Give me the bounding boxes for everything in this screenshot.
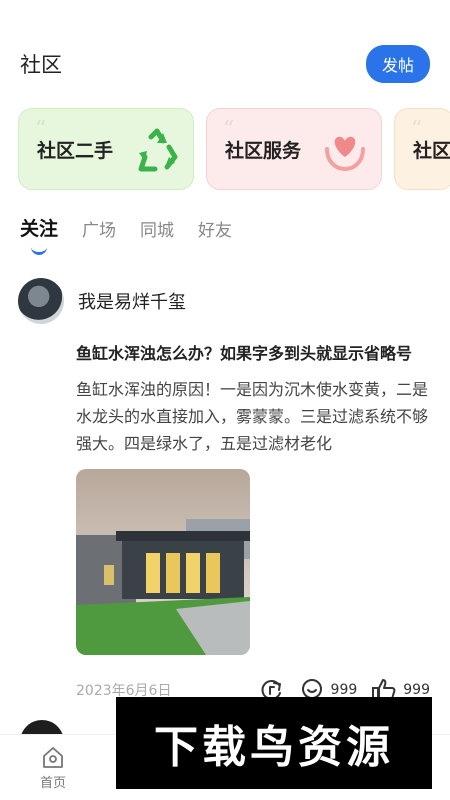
post-text: 鱼缸水浑浊的原因！一是因为沉木使水变黄，二是水龙头的水直接加入，雾蒙蒙。三是过滤… bbox=[76, 380, 429, 453]
category-cards: “ 社区二手 “ 社区服务 “ 社区 bbox=[18, 108, 450, 190]
page-title: 社区 bbox=[20, 53, 62, 77]
tab-friends[interactable]: 好友 bbox=[198, 216, 232, 241]
nav-label: 首页 bbox=[39, 776, 66, 791]
heart-hands-icon bbox=[325, 136, 365, 172]
card-label: 社区二手 bbox=[37, 139, 114, 162]
card-label: 社区服务 bbox=[225, 139, 302, 162]
card-community[interactable]: “ 社区 bbox=[394, 108, 450, 190]
tab-indicator bbox=[31, 247, 47, 255]
card-secondhand[interactable]: “ 社区二手 bbox=[18, 108, 194, 190]
post-button[interactable]: 发帖 bbox=[366, 45, 430, 83]
card-service[interactable]: “ 社区服务 bbox=[206, 108, 382, 190]
post-title: 鱼缸水浑浊怎么办？如果字多到头就显示省略号 bbox=[76, 344, 413, 363]
post-card[interactable]: 我是易烊千玺 鱼缸水浑浊怎么办？如果字多到头就显示省略号 鱼缸水浑浊的原因！一是… bbox=[18, 278, 432, 703]
tab-square[interactable]: 广场 bbox=[82, 216, 116, 241]
comment-count: 999 bbox=[330, 682, 358, 698]
recycle-icon bbox=[138, 128, 178, 172]
tab-following[interactable]: 关注 bbox=[20, 214, 59, 255]
watermark-text: 下载鸟资源 bbox=[154, 722, 394, 773]
top-header: 社区 发帖 bbox=[20, 44, 430, 84]
feed-tabs: 关注 广场 同城 好友 bbox=[20, 214, 232, 255]
post-body: 鱼缸水浑浊怎么办？如果字多到头就显示省略号 鱼缸水浑浊的原因！一是因为沉木使水变… bbox=[76, 342, 430, 703]
watermark-banner: 下载鸟资源 bbox=[116, 697, 432, 789]
tab-local[interactable]: 同城 bbox=[140, 216, 174, 241]
avatar[interactable] bbox=[18, 278, 64, 324]
home-icon bbox=[43, 747, 63, 768]
like-count: 999 bbox=[403, 682, 430, 698]
post-author[interactable]: 我是易烊千玺 bbox=[18, 278, 432, 324]
tab-label: 关注 bbox=[20, 218, 59, 240]
post-image[interactable] bbox=[76, 469, 250, 655]
nav-home[interactable]: 首页 bbox=[18, 744, 88, 791]
author-name: 我是易烊千玺 bbox=[78, 292, 186, 313]
